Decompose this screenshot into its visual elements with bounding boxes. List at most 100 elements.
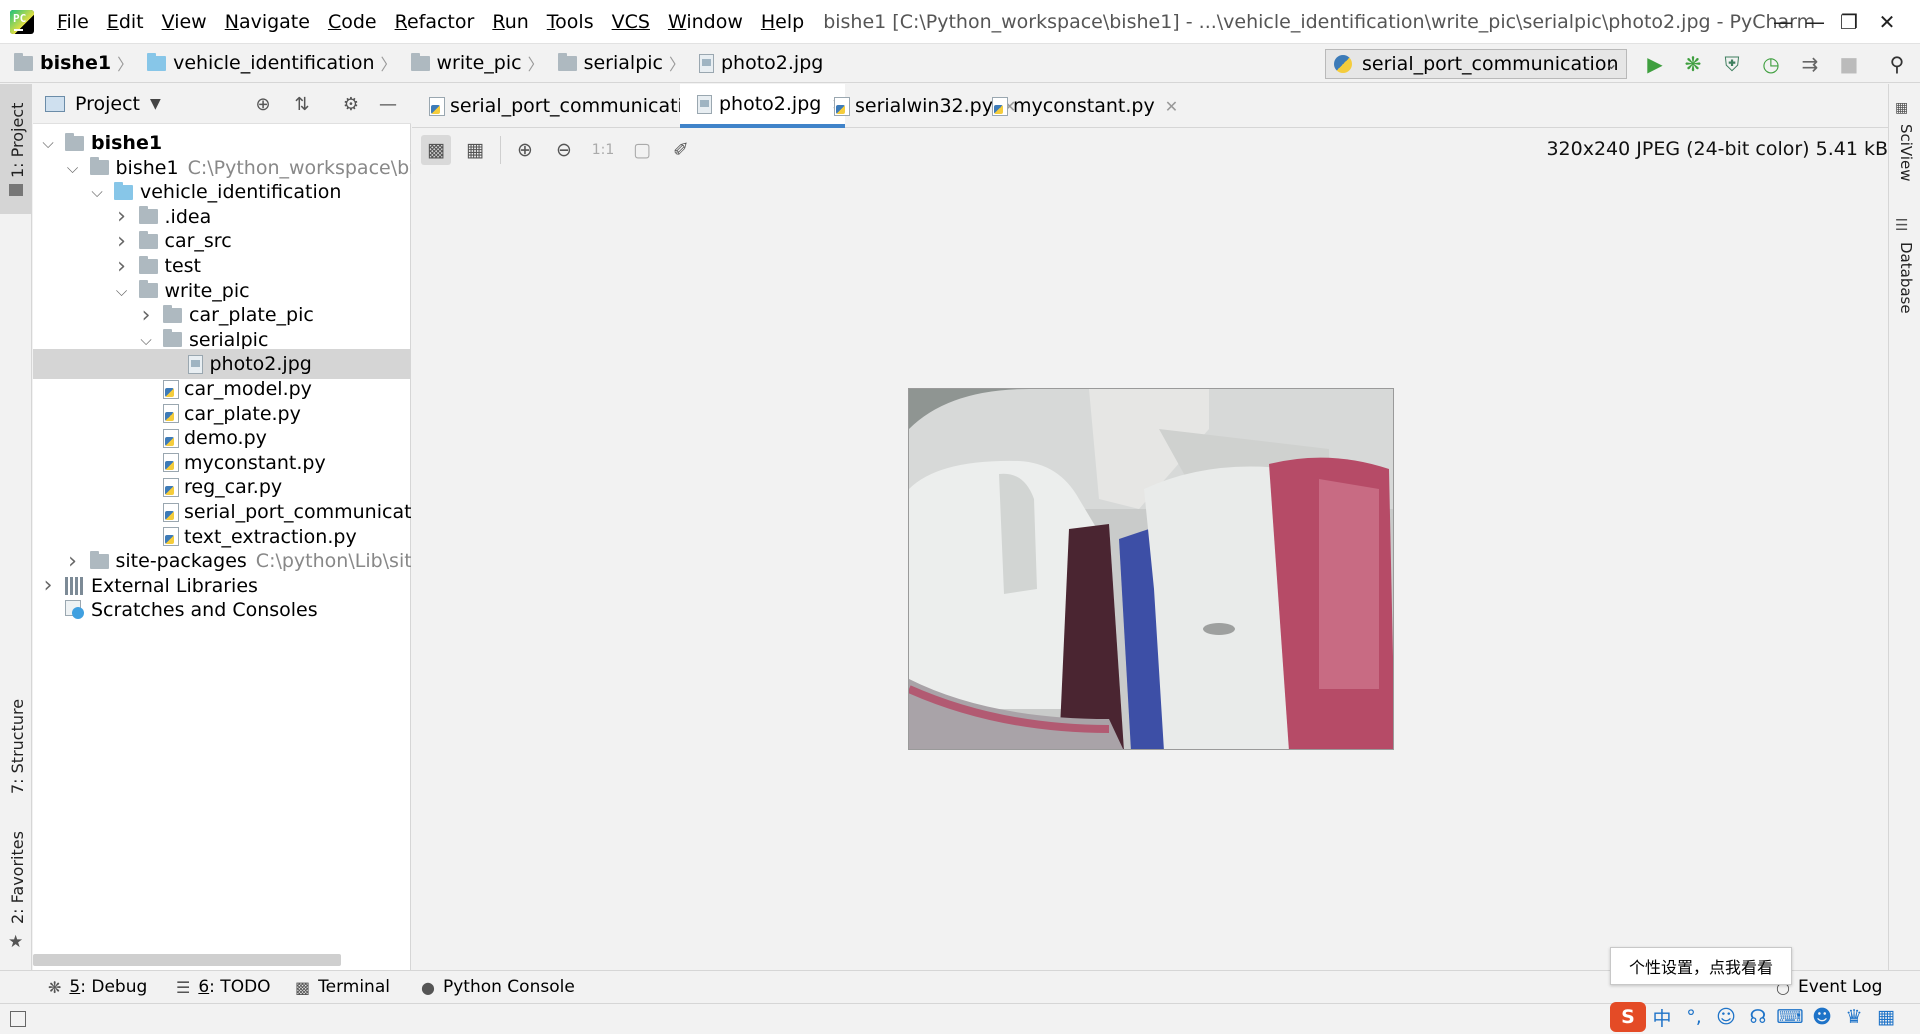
menu-item-help[interactable]: Help (752, 11, 813, 33)
color-picker-icon[interactable]: ✐ (666, 135, 696, 165)
horizontal-scrollbar[interactable] (33, 954, 341, 966)
menu-item-vcs[interactable]: VCS (603, 11, 659, 33)
tree-item-label: reg_car.py (184, 476, 283, 499)
structure-tool-tab[interactable]: 7: Structure (0, 684, 32, 804)
chevron-down-icon[interactable]: ⌵ (64, 159, 82, 177)
search-icon[interactable]: ⚲ (1884, 51, 1910, 77)
actual-size-button[interactable]: 1:1 (588, 135, 618, 165)
chevron-down-icon[interactable]: ▼ (150, 96, 161, 112)
ime-mode-toggle[interactable]: 中 (1646, 1002, 1678, 1032)
menu-item-refactor[interactable]: Refactor (386, 11, 484, 33)
collapse-all-icon[interactable]: ⇅ (291, 93, 313, 115)
tree-item-label: car_model.py (184, 378, 312, 400)
menu-item-file[interactable]: File (48, 11, 98, 33)
minimize-button[interactable]: — (1750, 0, 1816, 43)
microphone-icon[interactable]: ☊ (1742, 1002, 1774, 1032)
run-concurrency-icon[interactable]: ⇉ (1797, 51, 1823, 77)
folder-icon (163, 304, 182, 323)
ime-tooltip: 个性设置，点我看看 (1610, 947, 1792, 985)
hide-panel-icon[interactable]: — (377, 93, 399, 115)
image-file-icon (187, 354, 203, 374)
menu-item-tools[interactable]: Tools (538, 11, 603, 33)
gear-icon[interactable]: ⚙ (340, 93, 362, 115)
debug-icon[interactable]: ❋ (1680, 51, 1706, 77)
menu-item-code[interactable]: Code (319, 11, 386, 33)
breadcrumb-serialpic[interactable]: serialpic 〉 (544, 51, 685, 75)
tree-item-path: C:\Python_workspace\bish (187, 156, 411, 179)
editor-tab-label: myconstant.py (1013, 95, 1155, 117)
folder-icon (138, 255, 158, 274)
folder-icon (410, 52, 430, 71)
chevron-down-icon[interactable]: ⌵ (88, 183, 106, 201)
punctuation-icon[interactable]: °, (1678, 1002, 1710, 1032)
right-tool-strip: ▦ SciView ☰ Database (1888, 84, 1920, 970)
debug-tool-tab[interactable]: ❋ 5: Debug (48, 977, 147, 997)
locate-icon[interactable]: ⊕ (252, 93, 274, 115)
chevron-down-icon[interactable]: ⌵ (137, 331, 155, 349)
toggle-tool-windows-icon[interactable] (10, 1011, 26, 1027)
tree-item-label: test (164, 255, 202, 277)
run-configuration-select[interactable]: serial_port_communication ⌄ (1325, 49, 1627, 79)
python-console-tool-tab[interactable]: ● Python Console (421, 977, 575, 997)
breadcrumb-project[interactable]: bishe1 〉 (0, 51, 133, 75)
close-icon[interactable]: ✕ (1165, 97, 1178, 116)
stop-icon[interactable]: ■ (1836, 51, 1862, 77)
image-editor-toolbar: ▩ ▦ ⊕ ⊖ 1:1 ▢ ✐ 320x240 JPEG (24-bit col… (412, 128, 1888, 172)
fit-zoom-icon[interactable]: ▢ (627, 135, 657, 165)
run-icon[interactable]: ▶ (1642, 51, 1668, 77)
menu-item-navigate[interactable]: Navigate (216, 11, 319, 33)
tree-item[interactable]: ›Scratches and Consoles (33, 595, 411, 625)
menu-item-window[interactable]: Window (659, 11, 752, 33)
breadcrumb-photo2[interactable]: photo2.jpg (685, 52, 823, 74)
database-icon: ☰ (1895, 216, 1909, 234)
tree-item-label: car_src (164, 230, 232, 253)
menu-item-edit[interactable]: Edit (98, 11, 153, 33)
menu-bar: File Edit View Navigate Code Refactor Run Tools… (48, 11, 813, 33)
photo-image (909, 389, 1393, 749)
menu-item-run[interactable]: Run (483, 11, 537, 33)
chevron-down-icon: ⌄ (1604, 54, 1618, 73)
toolbox-icon[interactable]: ▦ (1870, 1002, 1902, 1032)
keyboard-icon[interactable]: ⌨ (1774, 1002, 1806, 1032)
breadcrumb-vehicle-identification[interactable]: vehicle_identification 〉 (133, 51, 397, 75)
menu-item-view[interactable]: View (153, 11, 216, 33)
user-icon[interactable]: ☻ (1806, 1002, 1838, 1032)
coverage-icon[interactable]: ⛨ (1719, 51, 1745, 77)
pycharm-logo-icon: PC (10, 9, 34, 34)
tree-item-label: myconstant.py (184, 451, 326, 474)
breadcrumb-write-pic[interactable]: write_pic 〉 (397, 51, 544, 75)
tree-item-label: site-packages (115, 550, 247, 573)
close-icon[interactable]: ✕ (1854, 0, 1920, 43)
terminal-tool-tab[interactable]: ▩ Terminal (295, 977, 390, 997)
project-view-select[interactable]: Project (75, 93, 140, 115)
image-info: 320x240 JPEG (24-bit color) 5.41 kB (1546, 138, 1888, 160)
tree-item-label: text_extraction.py (184, 525, 357, 548)
folder-icon (557, 52, 577, 71)
todo-tool-tab[interactable]: ☰ 6: TODO (176, 977, 271, 997)
grid-icon[interactable]: ▦ (460, 135, 490, 165)
editor-tab[interactable]: myconstant.py ✕ (975, 84, 1178, 128)
profile-icon[interactable]: ◷ (1758, 51, 1784, 77)
chevron-down-icon[interactable]: ⌵ (113, 282, 131, 300)
chevron-down-icon[interactable]: ⌵ (39, 134, 57, 152)
tree-item-label: write_pic (164, 279, 250, 302)
folder-icon (14, 52, 33, 71)
skin-icon[interactable]: ♛ (1838, 1002, 1870, 1032)
folder-icon (138, 280, 158, 299)
folder-icon (138, 206, 158, 225)
project-tool-tab[interactable]: 1: Project (0, 84, 32, 214)
favorites-tool-tab[interactable]: 2: Favorites ★ (0, 824, 32, 954)
emoji-icon[interactable]: ☺ (1710, 1002, 1742, 1032)
zoom-in-icon[interactable]: ⊕ (510, 135, 540, 165)
python-file-icon (429, 96, 445, 116)
terminal-icon: ▩ (295, 977, 311, 997)
tree-item-label: car_plate.py (184, 402, 301, 425)
tree-item-label: serial_port_communication (184, 501, 411, 523)
sogou-logo-icon[interactable]: S (1610, 1002, 1646, 1032)
image-file-icon (697, 94, 712, 114)
python-file-icon (992, 96, 1008, 116)
zoom-out-icon[interactable]: ⊖ (549, 135, 579, 165)
python-file-icon (163, 379, 179, 399)
tree-item-label: serialpic (189, 328, 269, 351)
chessboard-background-icon[interactable]: ▩ (421, 135, 451, 165)
